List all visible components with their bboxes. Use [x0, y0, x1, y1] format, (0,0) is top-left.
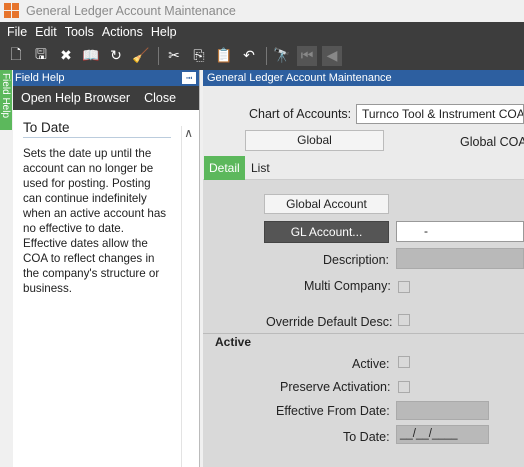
save-icon[interactable]: 🖫	[31, 46, 51, 66]
tab-list[interactable]: List	[246, 156, 275, 180]
help-scrollbar[interactable]	[181, 126, 200, 467]
menu-tools[interactable]: Tools	[65, 25, 94, 39]
to-date-label: To Date:	[343, 430, 390, 444]
detail-content: Global Account GL Account... - Descripti…	[203, 180, 524, 467]
toolbar-separator	[158, 47, 159, 65]
clear-icon[interactable]: 🧹	[131, 46, 151, 66]
close-help-link[interactable]: Close	[144, 91, 176, 105]
paste-icon[interactable]: 📋	[214, 46, 234, 66]
help-panel-header: Field Help ⭲	[13, 70, 199, 86]
multi-company-label: Multi Company:	[304, 279, 391, 293]
global-button[interactable]: Global	[245, 130, 384, 151]
previous-record-icon[interactable]: ◀	[322, 46, 342, 66]
override-default-desc-label: Override Default Desc:	[266, 315, 393, 329]
open-help-browser-link[interactable]: Open Help Browser	[21, 91, 130, 105]
library-icon[interactable]: 📖	[81, 46, 101, 66]
pin-icon[interactable]: ⭲	[182, 72, 196, 84]
gl-account-field[interactable]: -	[396, 221, 524, 242]
description-field[interactable]	[396, 248, 524, 269]
toolbar: 🗋 🖫 ✖ 📖 ↻ 🧹 ✂ ⎘ 📋 ↶ 🔭 ⏮ ◀	[0, 42, 524, 70]
new-icon[interactable]: 🗋	[6, 46, 26, 66]
help-topic-title: To Date	[23, 120, 171, 138]
tab-detail[interactable]: Detail	[204, 156, 245, 180]
field-help-side-tab[interactable]: Field Help	[0, 70, 12, 130]
menu-edit[interactable]: Edit	[35, 25, 57, 39]
override-default-desc-checkbox[interactable]	[398, 314, 410, 326]
preserve-activation-label: Preserve Activation:	[280, 380, 391, 394]
undo-icon[interactable]: ↶	[239, 46, 259, 66]
description-label: Description:	[323, 253, 389, 267]
binoculars-icon[interactable]: 🔭	[272, 46, 292, 66]
window-title: General Ledger Account Maintenance	[26, 4, 236, 18]
side-tab-label: Field Help	[0, 73, 11, 119]
preserve-activation-checkbox[interactable]	[398, 381, 410, 393]
first-record-icon[interactable]: ⏮	[297, 46, 317, 66]
active-label: Active:	[352, 357, 390, 371]
app-logo-icon	[4, 3, 20, 19]
active-checkbox[interactable]	[398, 356, 410, 368]
to-date-field[interactable]: __/__/____	[396, 425, 489, 444]
help-link-bar: Open Help Browser Close	[13, 86, 199, 110]
menu-help[interactable]: Help	[151, 25, 177, 39]
help-content: To Date Sets the date up until the accou…	[13, 110, 199, 296]
scroll-up-icon[interactable]: ∧	[184, 126, 193, 140]
help-topic-text: Sets the date up until the account can n…	[23, 147, 167, 295]
copy-icon[interactable]: ⎘	[189, 46, 209, 66]
chart-of-accounts-field[interactable]: Turnco Tool & Instrument COA	[356, 104, 524, 124]
title-bar: General Ledger Account Maintenance	[0, 0, 524, 22]
gl-account-button[interactable]: GL Account...	[264, 221, 389, 243]
global-coa-label: Global COA	[460, 135, 524, 149]
field-help-panel: Field Help ⭲ Open Help Browser Close To …	[13, 70, 200, 467]
menu-file[interactable]: File	[7, 25, 27, 39]
active-section-header: Active	[203, 333, 524, 349]
main-panel-title: General Ledger Account Maintenance	[207, 72, 392, 84]
gl-account-panel: General Ledger Account Maintenance Chart…	[203, 70, 524, 467]
multi-company-checkbox[interactable]	[398, 281, 410, 293]
help-panel-title: Field Help	[15, 72, 65, 84]
delete-icon[interactable]: ✖	[56, 46, 76, 66]
refresh-icon[interactable]: ↻	[106, 46, 126, 66]
global-account-button[interactable]: Global Account	[264, 194, 389, 214]
toolbar-separator	[266, 47, 267, 65]
menu-bar: File Edit Tools Actions Help	[0, 22, 524, 42]
effective-from-date-field[interactable]	[396, 401, 489, 420]
effective-from-date-label: Effective From Date:	[276, 404, 390, 418]
main-panel-header: General Ledger Account Maintenance	[203, 70, 524, 86]
chart-of-accounts-label: Chart of Accounts:	[249, 107, 352, 121]
cut-icon[interactable]: ✂	[164, 46, 184, 66]
tab-strip: Detail List	[203, 156, 524, 180]
menu-actions[interactable]: Actions	[102, 25, 143, 39]
